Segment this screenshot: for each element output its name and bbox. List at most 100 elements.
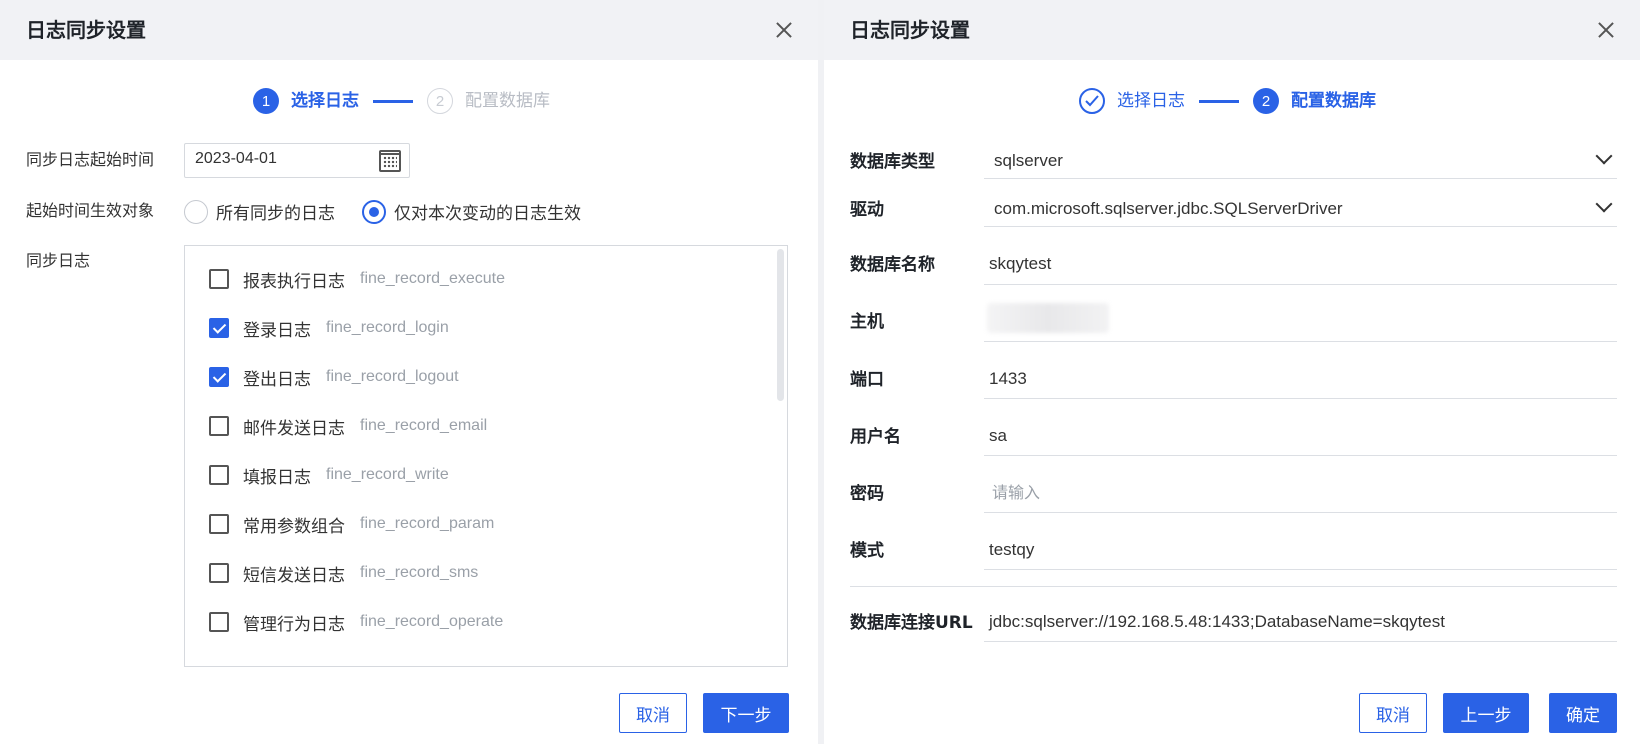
log-table-name: fine_record_param bbox=[360, 515, 495, 532]
radio-button-selected[interactable] bbox=[362, 199, 386, 224]
host-input-redacted[interactable] bbox=[987, 303, 1109, 333]
password-input[interactable]: 请输入 bbox=[992, 481, 1040, 505]
dialog-header: 日志同步设置 bbox=[824, 0, 1640, 60]
step-1-label: 选择日志 bbox=[291, 91, 359, 111]
stepper: 选择日志 2 配置数据库 bbox=[1079, 88, 1376, 114]
username-label: 用户名 bbox=[850, 427, 901, 447]
close-icon[interactable] bbox=[772, 18, 796, 42]
port-input[interactable]: 1433 bbox=[989, 367, 1027, 391]
previous-step-button[interactable]: 上一步 bbox=[1443, 693, 1529, 733]
driver-label: 驱动 bbox=[850, 200, 884, 220]
log-name: 登录日志 bbox=[243, 320, 311, 341]
scope-label: 起始时间生效对象 bbox=[26, 201, 155, 220]
log-item-logout[interactable]: 登出日志 fine_record_logout bbox=[209, 364, 459, 390]
dialog-title: 日志同步设置 bbox=[26, 18, 146, 42]
step-1-label: 选择日志 bbox=[1117, 91, 1185, 111]
log-item-operate[interactable]: 管理行为日志 fine_record_operate bbox=[209, 609, 503, 635]
db-name-label: 数据库名称 bbox=[850, 255, 935, 275]
log-item-login[interactable]: 登录日志 fine_record_login bbox=[209, 315, 449, 341]
step-2-indicator: 2 bbox=[427, 88, 453, 114]
log-item-sms[interactable]: 短信发送日志 fine_record_sms bbox=[209, 560, 478, 586]
log-list[interactable]: 报表执行日志 fine_record_execute 登录日志 fine_rec… bbox=[184, 245, 788, 667]
field-underline bbox=[984, 569, 1617, 570]
db-type-label: 数据库类型 bbox=[850, 152, 935, 172]
radio-all-logs[interactable]: 所有同步的日志 bbox=[184, 199, 335, 224]
calendar-icon[interactable] bbox=[379, 150, 401, 172]
cancel-button[interactable]: 取消 bbox=[619, 693, 687, 733]
checkbox-checked[interactable] bbox=[209, 318, 229, 338]
stepper: 1 选择日志 2 配置数据库 bbox=[253, 88, 550, 114]
scrollbar-thumb[interactable] bbox=[777, 249, 784, 401]
log-name: 管理行为日志 bbox=[243, 614, 345, 635]
confirm-button[interactable]: 确定 bbox=[1549, 693, 1617, 733]
section-divider bbox=[850, 586, 1617, 587]
radio-button[interactable] bbox=[184, 199, 208, 224]
step-1-indicator: 1 bbox=[253, 88, 279, 114]
chevron-down-icon[interactable] bbox=[1595, 195, 1613, 213]
field-underline bbox=[984, 398, 1617, 399]
field-underline bbox=[984, 341, 1617, 342]
log-sync-dialog-step1: 日志同步设置 1 选择日志 2 配置数据库 同步日志起始时间 2023-04-0… bbox=[0, 0, 818, 744]
start-date-value[interactable]: 2023-04-01 bbox=[195, 150, 277, 168]
log-item-param[interactable]: 常用参数组合 fine_record_param bbox=[209, 511, 494, 537]
log-table-name: fine_record_sms bbox=[360, 564, 479, 581]
check-circle-icon bbox=[1079, 88, 1105, 114]
checkbox-checked[interactable] bbox=[209, 367, 229, 387]
start-date-picker[interactable]: 2023-04-01 bbox=[184, 143, 410, 178]
field-underline bbox=[984, 455, 1617, 456]
db-url-input[interactable]: jdbc:sqlserver://192.168.5.48:1433;Datab… bbox=[989, 610, 1445, 634]
checkbox[interactable] bbox=[209, 269, 229, 289]
radio-changed-logs-only[interactable]: 仅对本次变动的日志生效 bbox=[362, 199, 581, 224]
field-underline bbox=[984, 512, 1617, 513]
username-input[interactable]: sa bbox=[989, 424, 1007, 448]
log-name: 常用参数组合 bbox=[243, 516, 345, 537]
radio-label: 所有同步的日志 bbox=[216, 204, 335, 224]
driver-select[interactable]: com.microsoft.sqlserver.jdbc.SQLServerDr… bbox=[994, 197, 1343, 221]
log-item-email[interactable]: 邮件发送日志 fine_record_email bbox=[209, 413, 487, 439]
log-table-name: fine_record_operate bbox=[360, 613, 504, 630]
start-time-label: 同步日志起始时间 bbox=[26, 150, 155, 169]
log-table-name: fine_record_email bbox=[360, 417, 488, 434]
db-name-input[interactable]: skqytest bbox=[989, 252, 1051, 276]
field-underline bbox=[984, 178, 1617, 179]
dialog-header: 日志同步设置 bbox=[0, 0, 818, 60]
log-name: 邮件发送日志 bbox=[243, 418, 345, 439]
checkbox[interactable] bbox=[209, 416, 229, 436]
step-2-label: 配置数据库 bbox=[1291, 91, 1376, 111]
log-table-name: fine_record_write bbox=[326, 466, 449, 483]
schema-label: 模式 bbox=[850, 541, 884, 561]
db-url-label: 数据库连接URL bbox=[850, 613, 973, 633]
step-2-label: 配置数据库 bbox=[465, 91, 550, 111]
sync-logs-label: 同步日志 bbox=[26, 251, 91, 270]
radio-label: 仅对本次变动的日志生效 bbox=[394, 204, 581, 224]
step-connector bbox=[373, 99, 413, 103]
log-name: 短信发送日志 bbox=[243, 565, 345, 586]
log-name: 登出日志 bbox=[243, 369, 311, 390]
db-type-select[interactable]: sqlserver bbox=[994, 149, 1063, 173]
host-label: 主机 bbox=[850, 312, 884, 332]
close-icon[interactable] bbox=[1594, 18, 1618, 42]
checkbox[interactable] bbox=[209, 514, 229, 534]
log-item-write[interactable]: 填报日志 fine_record_write bbox=[209, 462, 449, 488]
port-label: 端口 bbox=[850, 370, 884, 390]
checkbox[interactable] bbox=[209, 612, 229, 632]
dialog-title: 日志同步设置 bbox=[850, 18, 970, 42]
log-table-name: fine_record_login bbox=[326, 319, 449, 336]
checkbox[interactable] bbox=[209, 563, 229, 583]
step-connector bbox=[1199, 99, 1239, 103]
chevron-down-icon[interactable] bbox=[1595, 147, 1613, 165]
log-table-name: fine_record_execute bbox=[360, 270, 505, 287]
field-underline bbox=[984, 284, 1617, 285]
field-underline bbox=[984, 641, 1617, 642]
log-table-name: fine_record_logout bbox=[326, 368, 459, 385]
log-item-execute[interactable]: 报表执行日志 fine_record_execute bbox=[209, 266, 505, 292]
log-name: 报表执行日志 bbox=[243, 271, 345, 292]
checkbox[interactable] bbox=[209, 465, 229, 485]
password-label: 密码 bbox=[850, 484, 884, 504]
log-sync-dialog-step2: 日志同步设置 选择日志 2 配置数据库 数据库类型 sqlserver 驱动 c… bbox=[824, 0, 1640, 744]
cancel-button[interactable]: 取消 bbox=[1359, 693, 1427, 733]
log-name: 填报日志 bbox=[243, 467, 311, 488]
step-2-indicator: 2 bbox=[1253, 88, 1279, 114]
next-step-button[interactable]: 下一步 bbox=[703, 693, 789, 733]
schema-input[interactable]: testqy bbox=[989, 538, 1034, 562]
